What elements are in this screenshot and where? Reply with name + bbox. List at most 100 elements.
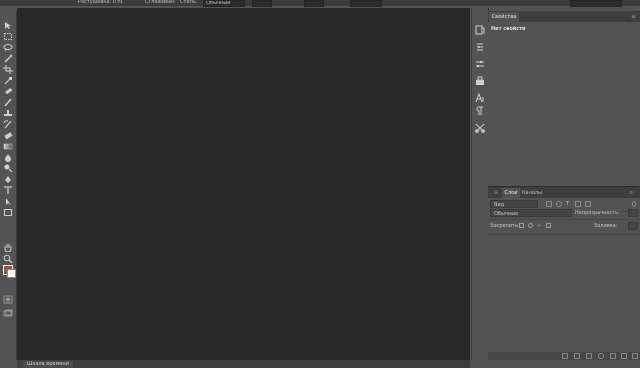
- zoom-tool[interactable]: [3, 254, 13, 263]
- dock-paragraph-button[interactable]: [475, 101, 485, 115]
- dock-adjustments-button[interactable]: [475, 54, 485, 67]
- lasso-icon: [3, 44, 13, 52]
- quick-mask-button[interactable]: [3, 295, 13, 304]
- blur-tool[interactable]: [3, 153, 13, 162]
- type-tool[interactable]: [3, 186, 13, 195]
- layers-tab-bar: ⊟ Слои Каналы ≡: [488, 186, 640, 198]
- filter-toggle-icon[interactable]: [632, 201, 636, 207]
- eyedropper-tool[interactable]: [3, 76, 13, 85]
- style-select[interactable]: Обычный: [203, 0, 245, 7]
- pen-icon: [5, 176, 11, 183]
- lock-label: Закрепить:: [490, 223, 520, 229]
- eraser-icon: [4, 132, 13, 140]
- crop-icon: [3, 65, 13, 74]
- layers-footer: [488, 352, 640, 360]
- lock-transparency-icon[interactable]: [519, 223, 524, 228]
- panel-menu-icon[interactable]: ≡: [631, 13, 636, 20]
- dodge-icon: [4, 164, 13, 173]
- workspace-select[interactable]: [570, 0, 622, 7]
- new-adjustment-icon[interactable]: [598, 353, 604, 359]
- timeline-tab[interactable]: Шкала времени: [23, 361, 73, 368]
- layers-list[interactable]: [488, 234, 640, 353]
- background-color-swatch[interactable]: [7, 269, 16, 278]
- dock-libraries-button[interactable]: [475, 71, 485, 85]
- dock-character-button[interactable]: [475, 88, 485, 103]
- dock-tool-presets-button[interactable]: [475, 118, 485, 133]
- move-icon: [5, 22, 11, 29]
- timeline-bar: Шкала времени: [17, 360, 470, 368]
- eyedropper-icon: [4, 77, 12, 85]
- path-select-tool[interactable]: [3, 197, 13, 206]
- filter-kind-select[interactable]: Вид: [490, 200, 538, 208]
- paragraph-icon: [476, 106, 483, 115]
- shape-tool[interactable]: [3, 208, 13, 217]
- tab-layers[interactable]: Слои: [502, 188, 520, 198]
- history-brush-tool[interactable]: [3, 120, 13, 129]
- link-layers-icon[interactable]: [562, 353, 568, 359]
- quick-select-icon: [4, 54, 13, 63]
- add-mask-icon[interactable]: [586, 353, 592, 359]
- dock-properties-button[interactable]: [475, 37, 485, 51]
- stamp-tool[interactable]: [3, 109, 13, 118]
- blur-icon: [5, 154, 11, 162]
- type-icon: [4, 186, 12, 194]
- width-field[interactable]: [252, 0, 272, 7]
- filter-smart-object-icon[interactable]: [585, 201, 591, 207]
- panel-menu-icon[interactable]: ≡: [626, 188, 636, 198]
- crop-tool[interactable]: [3, 65, 13, 74]
- options-bar: Растушевка: 0 пикс Сглаживание Стиль: Об…: [0, 0, 640, 7]
- healing-tool[interactable]: [3, 87, 13, 96]
- brush-icon: [4, 98, 12, 107]
- panel-collapse-icon[interactable]: ⊟: [491, 188, 501, 198]
- hand-tool[interactable]: [3, 243, 13, 252]
- fill-field[interactable]: [628, 222, 638, 230]
- lock-all-icon[interactable]: [546, 223, 551, 228]
- healing-icon: [5, 88, 12, 94]
- brush-tool[interactable]: [3, 98, 13, 107]
- new-layer-icon[interactable]: [621, 353, 627, 359]
- lock-position-icon[interactable]: ✛: [537, 222, 541, 230]
- height-field[interactable]: [304, 0, 324, 7]
- tab-properties[interactable]: Свойства: [489, 12, 519, 22]
- quick-select-tool[interactable]: [3, 54, 13, 63]
- panel-expand-icon[interactable]: [620, 178, 628, 193]
- antialias-checkbox[interactable]: Сглаживание: [145, 0, 175, 4]
- marquee-tool[interactable]: [3, 32, 13, 41]
- layer-style-icon[interactable]: [574, 353, 580, 359]
- pen-tool[interactable]: [3, 175, 13, 184]
- new-group-icon[interactable]: [610, 353, 616, 359]
- dock-history-button[interactable]: [475, 20, 485, 35]
- gradient-tool[interactable]: [3, 142, 13, 151]
- move-tool[interactable]: [3, 21, 13, 30]
- refine-edge-button[interactable]: [350, 0, 382, 7]
- libraries-icon: [476, 76, 484, 85]
- eraser-tool[interactable]: [3, 131, 13, 140]
- tab-channels[interactable]: Каналы: [521, 188, 543, 198]
- opacity-label: Непрозрачность:: [575, 210, 620, 216]
- feather-field[interactable]: Растушевка: 0 пикс: [78, 0, 122, 4]
- properties-panel: Свойства ≡ Нет свойств: [488, 11, 640, 193]
- tool-presets-icon: [475, 123, 485, 133]
- screen-mode-icon: [3, 309, 13, 317]
- lasso-tool[interactable]: [3, 43, 13, 52]
- opacity-field[interactable]: [628, 209, 638, 217]
- document-canvas-area[interactable]: Шкала времени: [17, 8, 470, 368]
- shape-icon: [4, 209, 12, 216]
- no-properties-text: Нет свойств: [491, 26, 526, 32]
- filter-adjustment-icon[interactable]: [556, 201, 562, 207]
- tools-panel: [0, 11, 17, 360]
- screen-mode-button[interactable]: [3, 309, 13, 318]
- lock-pixels-icon[interactable]: [528, 223, 533, 228]
- blend-row: Обычные Непрозрачность:: [490, 209, 638, 219]
- blend-mode-select[interactable]: Обычные: [490, 209, 572, 217]
- filter-pixel-icon[interactable]: [546, 201, 552, 207]
- delete-layer-icon[interactable]: [632, 353, 638, 359]
- filter-type-icon[interactable]: T: [566, 200, 569, 208]
- filter-kind-label: Вид: [494, 202, 505, 208]
- filter-shape-icon[interactable]: [575, 201, 581, 207]
- dodge-tool[interactable]: [3, 164, 13, 173]
- divider: [488, 219, 640, 220]
- gradient-icon: [3, 143, 13, 150]
- quick-mask-icon: [3, 295, 13, 304]
- style-select-value: Обычный: [206, 1, 231, 5]
